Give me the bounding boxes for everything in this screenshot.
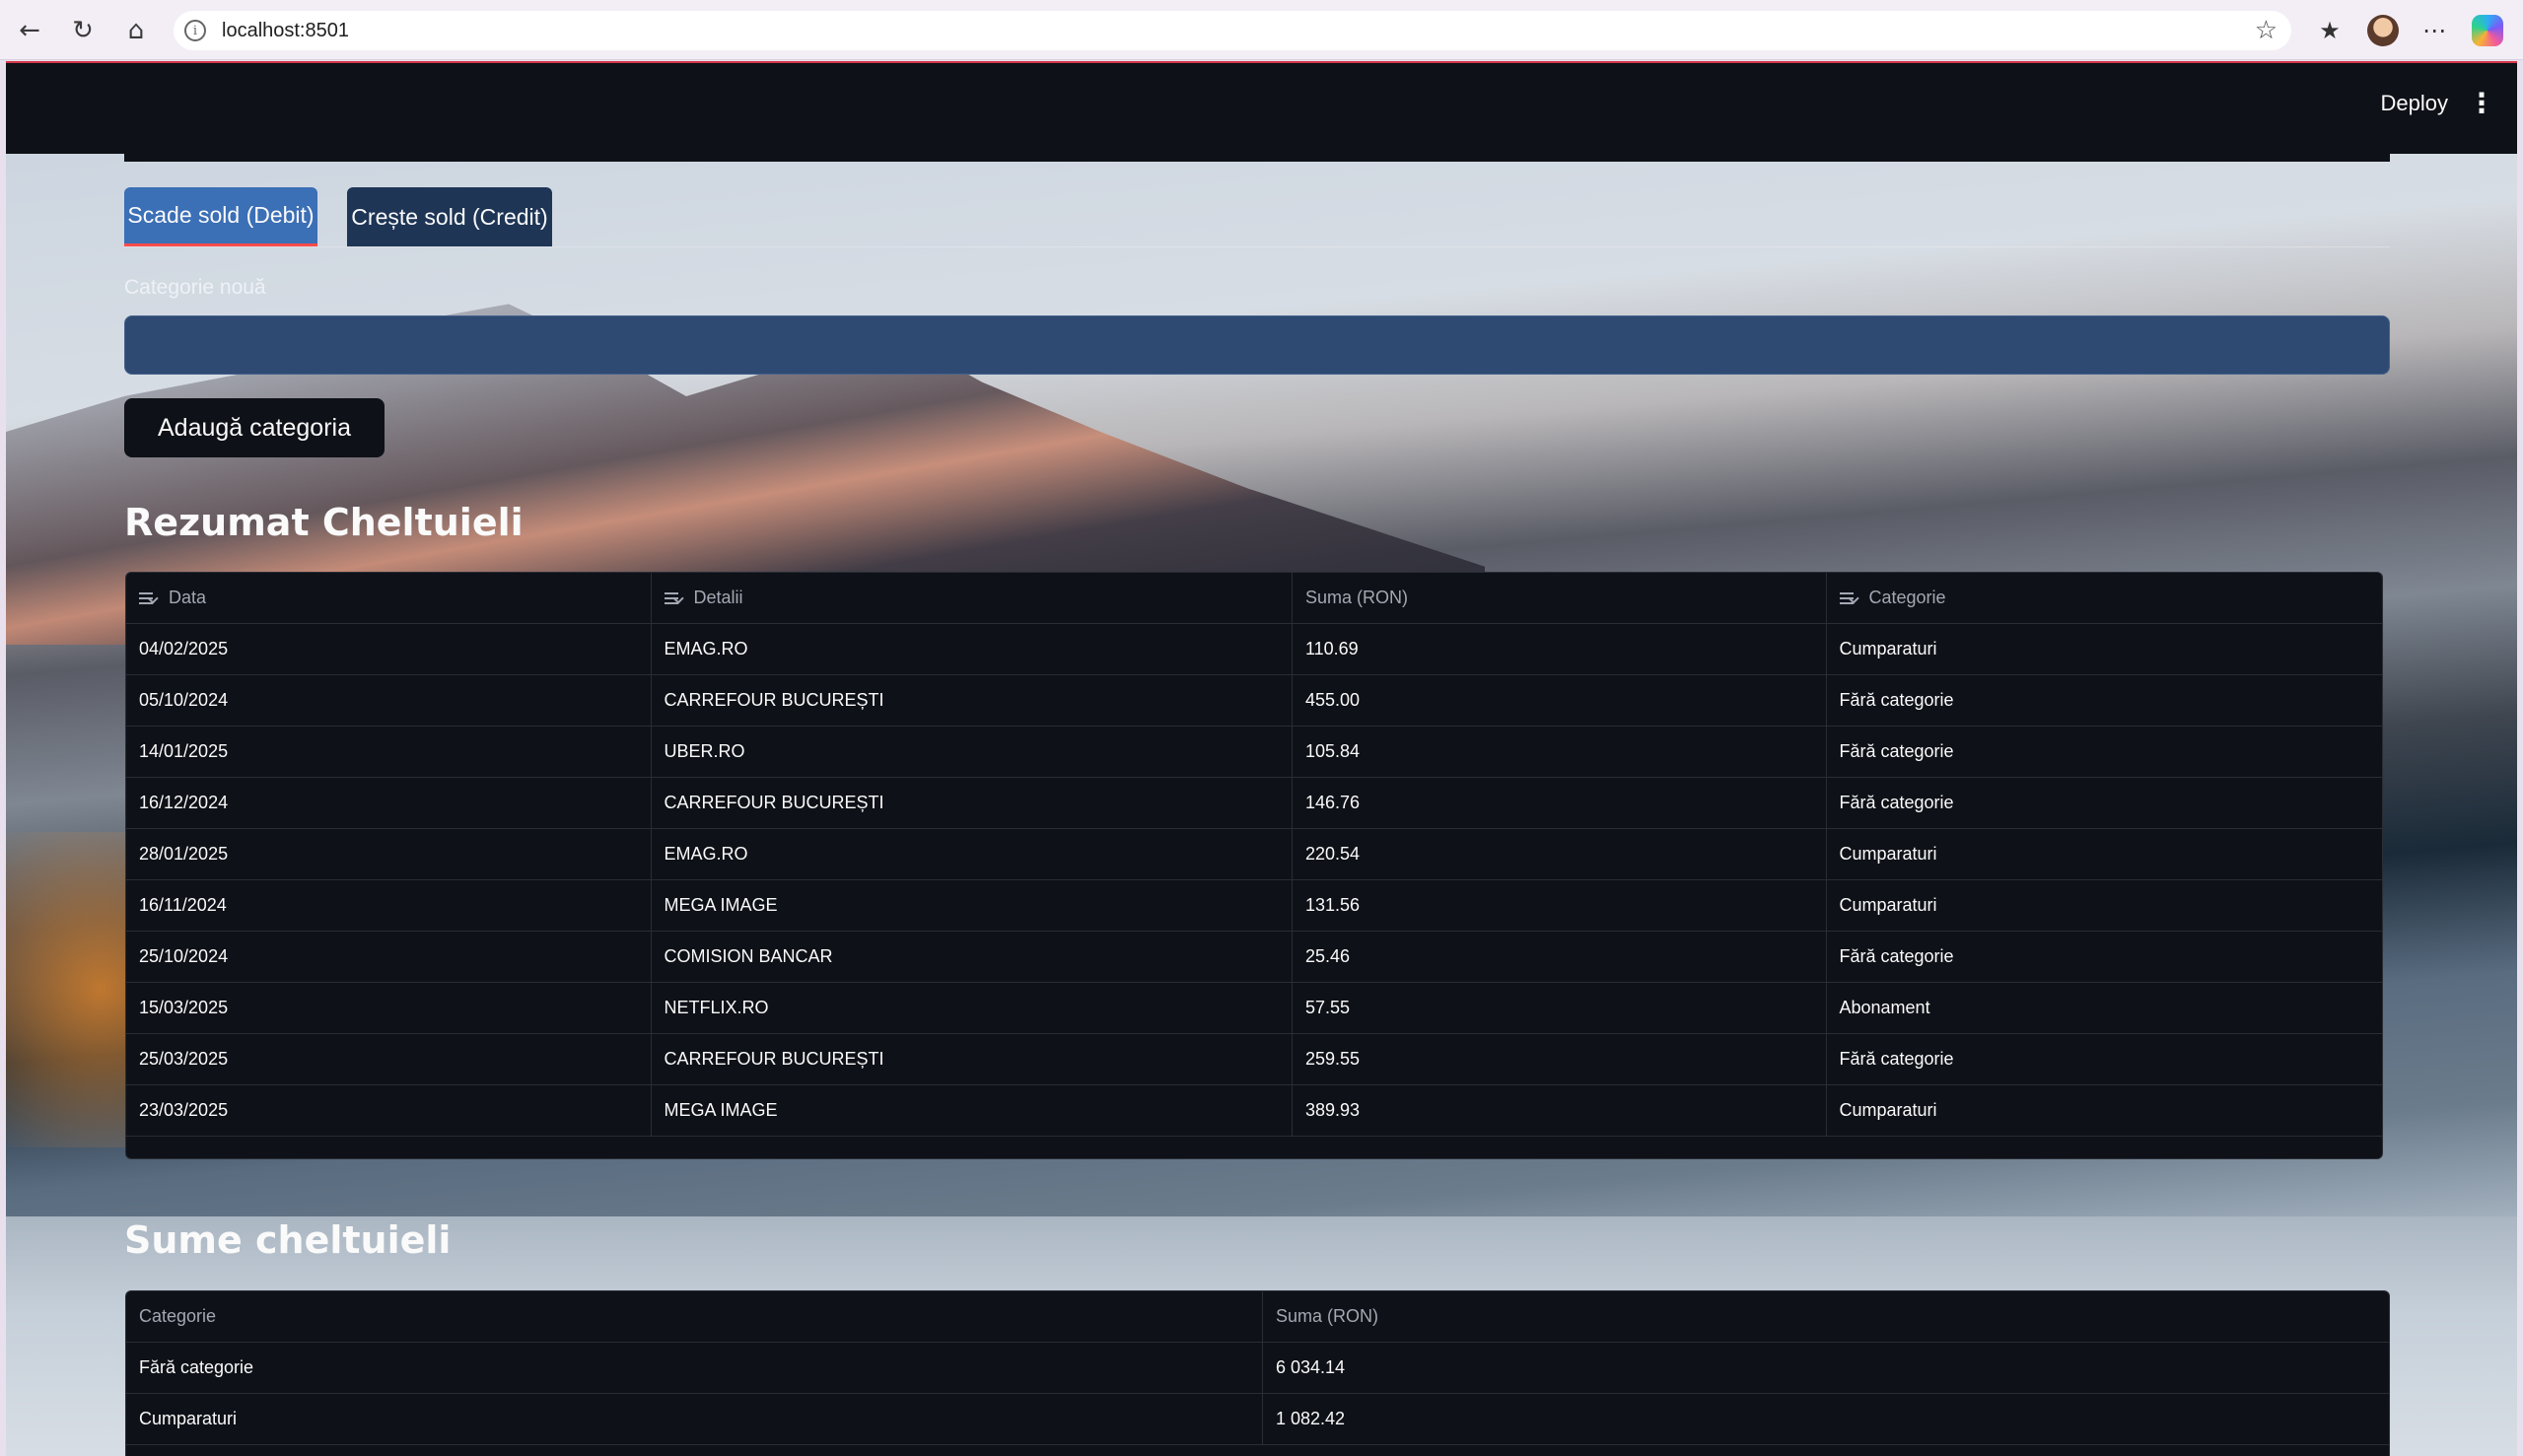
more-options-icon[interactable]: ⋯ [2416,12,2453,49]
cell-detalii[interactable]: CARREFOUR BUCUREȘTI [652,778,1293,828]
app-header: Deploy ⋮ [6,63,2517,154]
site-info-icon[interactable]: i [184,20,206,41]
cell-suma[interactable]: 6 034.14 [1263,1343,2389,1393]
cell-data[interactable]: 16/12/2024 [126,778,652,828]
table-row[interactable]: 05/10/2024 CARREFOUR BUCUREȘTI 455.00 Fără … [126,675,2382,727]
cell-categorie[interactable]: Cumparaturi [1827,1085,2383,1136]
cell-data[interactable]: 23/03/2025 [126,1085,652,1136]
cell-data[interactable]: 04/02/2025 [126,624,652,674]
table-row[interactable]: 15/03/2025 NETFLIX.RO 57.55 Abonament [126,983,2382,1034]
table-row[interactable]: 04/02/2025 EMAG.RO 110.69 Cumparaturi [126,624,2382,675]
header-strip [124,154,2390,162]
tab-bar: Scade sold (Debit) Crește sold (Credit) [124,187,552,246]
back-icon[interactable]: ← [12,13,47,48]
cell-suma[interactable]: 131.56 [1293,880,1827,931]
table-row[interactable]: 14/01/2025 UBER.RO 105.84 Fără categorie [126,727,2382,778]
table-row[interactable]: 25/10/2024 COMISION BANCAR 25.46 Fără categ… [126,932,2382,983]
column-header-detalii[interactable]: Detalii [652,573,1293,623]
cell-detalii[interactable]: COMISION BANCAR [652,932,1293,982]
streamlit-app: Deploy ⋮ Scade sold (Debit) Crește sold … [6,61,2517,1456]
cell-categorie[interactable]: Fără categorie [1827,1034,2383,1084]
cell-data[interactable]: 28/01/2025 [126,829,652,879]
cell-categorie[interactable]: Fără categorie [1827,778,2383,828]
cell-suma[interactable]: 25.46 [1293,932,1827,982]
column-header-suma[interactable]: Suma (RON) [1293,573,1827,623]
favorite-star-icon[interactable]: ☆ [2255,16,2278,45]
home-icon[interactable]: ⌂ [118,13,154,48]
cell-data[interactable]: 05/10/2024 [126,675,652,726]
cell-detalii[interactable]: EMAG.RO [652,624,1293,674]
cell-categorie[interactable]: Abonament [1827,983,2383,1033]
cell-categorie[interactable]: Cumparaturi [126,1394,1263,1444]
cell-categorie[interactable]: Fără categorie [1827,727,2383,777]
reload-icon[interactable]: ↻ [65,13,101,48]
cell-suma[interactable]: 220.54 [1293,829,1827,879]
column-header-categorie[interactable]: Categorie [1827,573,2383,623]
summary-title: Rezumat Cheltuieli [124,501,524,544]
expenses-table[interactable]: Data Detalii Suma (RON) Categorie 04/02/… [125,572,2383,1159]
cell-data[interactable]: 25/10/2024 [126,932,652,982]
add-category-button[interactable]: Adaugă categoria [124,398,385,457]
cell-categorie[interactable]: Fără categorie [1827,675,2383,726]
cell-suma[interactable]: 455.00 [1293,675,1827,726]
cell-detalii[interactable]: MEGA IMAGE [652,1085,1293,1136]
address-bar[interactable]: i localhost:8501 ☆ [174,11,2291,50]
cell-suma[interactable]: 1 082.42 [1263,1394,2389,1444]
table-row[interactable]: Fără categorie 6 034.14 [126,1343,2389,1394]
cell-detalii[interactable]: EMAG.RO [652,829,1293,879]
column-header-categorie[interactable]: Categorie [126,1291,1263,1342]
cell-suma[interactable]: 146.76 [1293,778,1827,828]
cell-categorie[interactable]: Fără categorie [1827,932,2383,982]
column-sort-icon [664,591,682,605]
column-header-data[interactable]: Data [126,573,652,623]
new-category-input[interactable] [124,315,2390,375]
table-row[interactable]: Cumparaturi 1 082.42 [126,1394,2389,1445]
table-row[interactable]: 28/01/2025 EMAG.RO 220.54 Cumparaturi [126,829,2382,880]
cell-suma[interactable]: 57.55 [1293,983,1827,1033]
profile-avatar[interactable] [2364,12,2402,49]
cell-detalii[interactable]: UBER.RO [652,727,1293,777]
cell-data[interactable]: 25/03/2025 [126,1034,652,1084]
totals-title: Sume cheltuieli [124,1218,452,1262]
deploy-button[interactable]: Deploy [2381,91,2448,116]
tab-credit[interactable]: Crește sold (Credit) [347,187,552,246]
column-sort-icon [1839,591,1857,605]
cell-data[interactable]: 16/11/2024 [126,880,652,931]
cell-categorie[interactable]: Cumparaturi [1827,829,2383,879]
tab-debit[interactable]: Scade sold (Debit) [124,187,317,246]
totals-table[interactable]: Categorie Suma (RON) Fără categorie 6 034… [125,1290,2390,1456]
table-row[interactable]: 23/03/2025 MEGA IMAGE 389.93 Cumparaturi [126,1085,2382,1137]
favorites-icon[interactable]: ★ [2311,12,2348,49]
cell-suma[interactable]: 259.55 [1293,1034,1827,1084]
table-row[interactable]: 25/03/2025 CARREFOUR BUCUREȘTI 259.55 Fără … [126,1034,2382,1085]
cell-data[interactable]: 14/01/2025 [126,727,652,777]
column-header-suma[interactable]: Suma (RON) [1263,1291,2389,1342]
browser-toolbar: ← ↻ ⌂ i localhost:8501 ☆ ★ ⋯ [0,0,2523,60]
new-category-label: Categorie nouă [124,276,266,299]
cell-data[interactable]: 15/03/2025 [126,983,652,1033]
table-row[interactable]: 16/12/2024 CARREFOUR BUCUREȘTI 146.76 Fără … [126,778,2382,829]
cell-detalii[interactable]: MEGA IMAGE [652,880,1293,931]
cell-detalii[interactable]: CARREFOUR BUCUREȘTI [652,675,1293,726]
address-url[interactable]: localhost:8501 [222,20,349,42]
cell-suma[interactable]: 389.93 [1293,1085,1827,1136]
cell-suma[interactable]: 110.69 [1293,624,1827,674]
kebab-menu-icon[interactable]: ⋮ [2468,87,2495,119]
cell-categorie[interactable]: Cumparaturi [1827,880,2383,931]
cell-categorie[interactable]: Fără categorie [126,1343,1263,1393]
table-header-row: Categorie Suma (RON) [126,1291,2389,1343]
cell-detalii[interactable]: CARREFOUR BUCUREȘTI [652,1034,1293,1084]
cell-detalii[interactable]: NETFLIX.RO [652,983,1293,1033]
cell-suma[interactable]: 105.84 [1293,727,1827,777]
column-sort-icon [139,591,157,605]
table-row[interactable]: 16/11/2024 MEGA IMAGE 131.56 Cumparaturi [126,880,2382,932]
cell-categorie[interactable]: Cumparaturi [1827,624,2383,674]
table-header-row: Data Detalii Suma (RON) Categorie [126,573,2382,624]
tab-divider [124,246,2390,247]
copilot-icon[interactable] [2469,12,2506,49]
